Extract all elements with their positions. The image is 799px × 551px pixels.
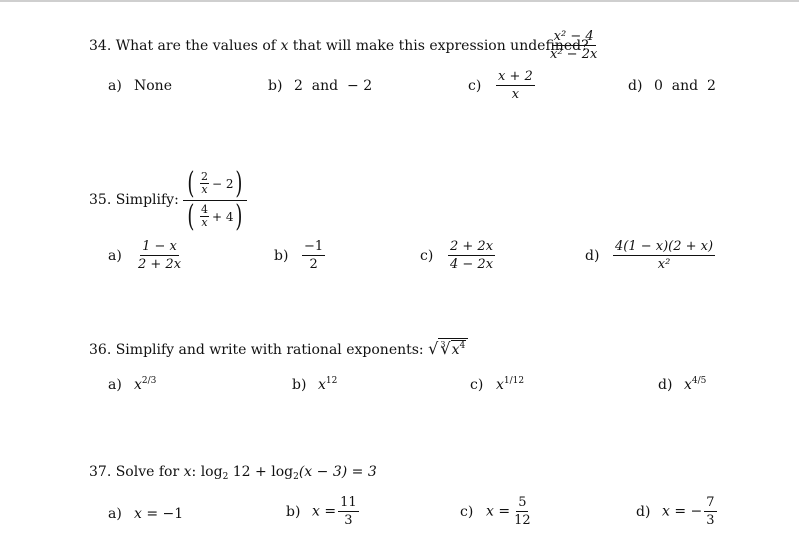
log-argument-equation: (x − 3) = 3 xyxy=(298,464,377,480)
option-35d[interactable]: d) 4(1 − x)(2 + x) x² xyxy=(585,238,717,273)
question-prompt-rest: that will make this expression undefined… xyxy=(292,38,589,54)
option-label: b) xyxy=(274,247,289,264)
option-36b[interactable]: b) x12 xyxy=(292,376,337,393)
option-text: None xyxy=(134,78,172,94)
option-denominator: 2 + 2x xyxy=(138,257,182,272)
question-prompt: Simplify and write with rational exponen… xyxy=(115,342,424,358)
option-35a[interactable]: a) 1 − x 2 + 2x xyxy=(108,238,185,273)
option-36a[interactable]: a) x2/3 xyxy=(108,376,156,393)
option-exponent: 12 xyxy=(325,376,338,386)
option-label: d) xyxy=(628,78,643,94)
option-label: a) xyxy=(108,247,122,264)
expression-numerator: x² − 4 xyxy=(551,29,596,46)
log-function: log xyxy=(271,464,294,480)
question-36: 36. Simplify and write with rational exp… xyxy=(89,338,469,358)
option-label: b) xyxy=(286,503,301,520)
option-37d[interactable]: d) x = − 7 3 xyxy=(636,494,719,529)
plus-sign: + xyxy=(255,464,267,480)
question-number: 34. xyxy=(89,38,112,54)
option-text: −1 xyxy=(162,506,184,522)
question-prompt: Solve for xyxy=(115,464,180,480)
option-denominator: x² xyxy=(657,257,671,272)
option-numerator: x + 2 xyxy=(496,69,535,86)
complex-fraction: ( 2x − 2 ) ( 4x + 4 ) xyxy=(183,168,248,232)
option-base: x xyxy=(684,377,692,393)
option-base: x xyxy=(496,377,504,393)
option-label: d) xyxy=(658,377,673,393)
option-numerator: −1 xyxy=(302,239,326,256)
option-36d[interactable]: d) x4/5 xyxy=(658,376,706,393)
option-numerator: 11 xyxy=(338,495,359,512)
inner-denominator: x xyxy=(201,216,208,229)
option-label: b) xyxy=(268,78,283,94)
option-label: d) xyxy=(585,247,600,264)
option-35c[interactable]: c) 2 + 2x 4 − 2x xyxy=(420,238,497,273)
radicand-power: 4 xyxy=(459,341,466,351)
question-prompt: Simplify: xyxy=(115,192,179,208)
option-numerator: 2 + 2x xyxy=(448,239,496,256)
inner-rest: − 2 xyxy=(211,176,234,191)
option-lhs: x = − xyxy=(662,503,703,520)
inner-rest: + 4 xyxy=(211,209,234,224)
log-function: log xyxy=(200,464,223,480)
option-37c[interactable]: c) x = 5 12 xyxy=(460,494,535,529)
radical-expression: √ 3√x4 xyxy=(428,338,469,358)
option-text: 0 and 2 xyxy=(654,78,716,94)
question-35: 35. Simplify: ( 2x − 2 ) ( 4x + 4 ) xyxy=(89,160,248,240)
option-exponent: 2/3 xyxy=(141,376,157,386)
radicand-base: x xyxy=(451,342,460,358)
option-lhs: x = xyxy=(312,503,337,520)
option-denominator: 3 xyxy=(344,513,353,528)
question-37: 37. Solve for x: log2 12 + log2(x − 3) =… xyxy=(89,464,377,482)
option-base: x xyxy=(318,377,326,393)
option-exponent: 4/5 xyxy=(691,376,707,386)
option-text: 2 and − 2 xyxy=(294,78,373,94)
option-37b[interactable]: b) x = 11 3 xyxy=(286,494,361,529)
option-35b[interactable]: b) −1 2 xyxy=(274,238,327,273)
option-label: a) xyxy=(108,506,122,522)
option-denominator: 3 xyxy=(706,513,715,528)
option-34a[interactable]: a) None xyxy=(108,78,172,94)
option-label: d) xyxy=(636,503,651,520)
log-argument: 12 xyxy=(232,464,251,480)
option-label: a) xyxy=(108,78,122,94)
option-denominator: 12 xyxy=(514,513,531,528)
option-exponent: 1/12 xyxy=(503,376,525,386)
question-number: 37. xyxy=(89,464,112,480)
option-label: c) xyxy=(420,247,434,264)
option-denominator: x xyxy=(511,87,520,102)
option-numerator: 5 xyxy=(516,495,529,512)
expression-denominator: x² − 2x xyxy=(550,47,598,62)
question-number: 35. xyxy=(89,192,112,208)
question-34: 34. What are the values of x that will m… xyxy=(89,38,589,54)
option-lhs: x = xyxy=(134,506,159,522)
option-numerator: 1 − x xyxy=(140,239,179,256)
option-label: b) xyxy=(292,377,307,393)
option-36c[interactable]: c) x1/12 xyxy=(470,376,524,393)
inner-denominator: x xyxy=(201,183,208,196)
option-lhs: x = xyxy=(486,503,511,520)
option-label: c) xyxy=(468,77,482,94)
log-base: 2 xyxy=(222,472,229,482)
option-label: c) xyxy=(470,377,484,393)
option-label: c) xyxy=(460,503,474,520)
option-label: a) xyxy=(108,377,122,393)
option-34b[interactable]: b) 2 and − 2 xyxy=(268,78,372,94)
variable: x xyxy=(280,38,289,54)
variable: x xyxy=(183,464,192,480)
option-34d[interactable]: d) 0 and 2 xyxy=(628,78,716,94)
question-number: 36. xyxy=(89,342,112,358)
question-34-expression: x² − 4 x² − 2x xyxy=(546,28,601,63)
option-37a[interactable]: a) x = −1 xyxy=(108,506,183,522)
colon: : xyxy=(191,464,197,480)
option-numerator: 4(1 − x)(2 + x) xyxy=(613,239,716,256)
option-34c[interactable]: c) x + 2 x xyxy=(468,68,537,103)
question-prompt: What are the values of xyxy=(115,38,276,54)
top-border xyxy=(0,0,799,2)
option-denominator: 2 xyxy=(309,257,318,272)
option-denominator: 4 − 2x xyxy=(450,257,494,272)
option-numerator: 7 xyxy=(704,495,717,512)
option-base: x xyxy=(134,377,142,393)
